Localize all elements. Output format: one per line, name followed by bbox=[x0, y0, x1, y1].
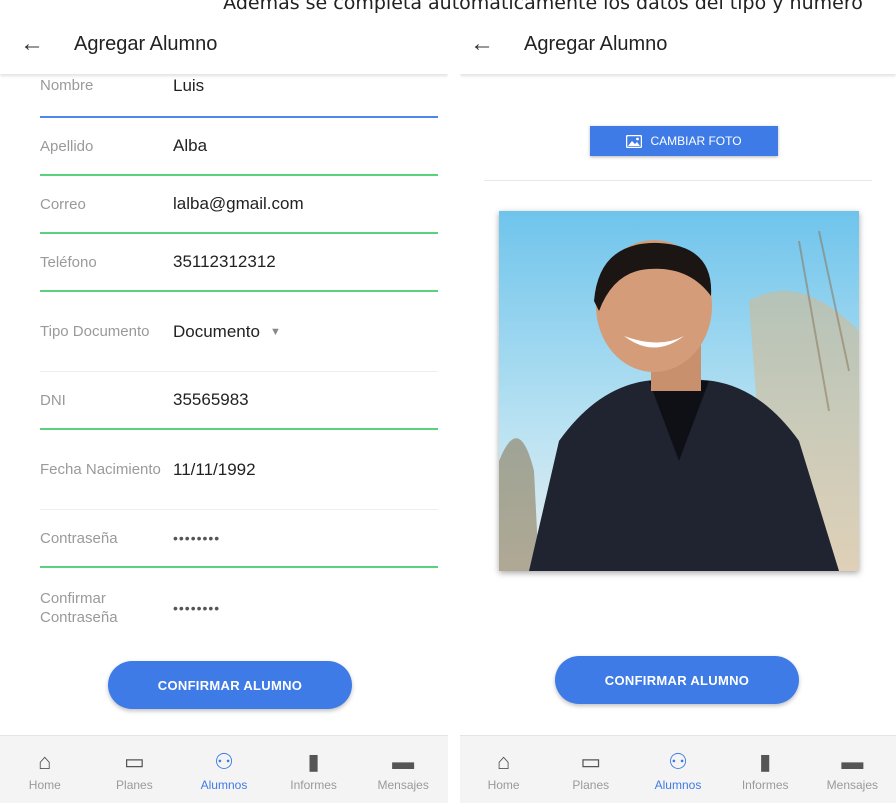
app-bar: ← Agregar Alumno bbox=[460, 14, 896, 74]
nav-item-home[interactable]: ⌂ Home bbox=[5, 748, 85, 792]
change-photo-button[interactable]: CAMBIAR FOTO bbox=[590, 126, 778, 156]
apellido-input[interactable]: Alba bbox=[173, 136, 207, 156]
field-tipo-documento[interactable]: Tipo Documento Documento ▼ bbox=[40, 292, 438, 372]
nav-item-planes[interactable]: ▭ Planes bbox=[551, 748, 631, 792]
nav-item-mensajes[interactable]: ▬ Mensajes bbox=[363, 748, 443, 792]
nav-label: Planes bbox=[572, 777, 610, 792]
nombre-input[interactable]: Luis bbox=[173, 76, 204, 96]
nav-item-informes[interactable]: ▮ Informes bbox=[274, 748, 354, 792]
divider bbox=[484, 180, 872, 181]
field-telefono[interactable]: Teléfono 35112312312 bbox=[40, 234, 438, 292]
telefono-input[interactable]: 35112312312 bbox=[173, 252, 276, 272]
chat-icon: ▬ bbox=[392, 748, 415, 774]
field-contrasena[interactable]: Contraseña •••••••• bbox=[40, 510, 438, 568]
nav-label: Home bbox=[28, 777, 61, 792]
nav-item-alumnos[interactable]: ⚇ Alumnos bbox=[638, 748, 718, 792]
field-label: Apellido bbox=[40, 137, 94, 155]
nav-label: Alumnos bbox=[654, 777, 702, 792]
student-form: Nombre Luis Apellido Alba Correo lalba@g… bbox=[0, 74, 448, 629]
field-label: Teléfono bbox=[40, 253, 97, 271]
nav-label: Home bbox=[487, 777, 520, 792]
field-label: Contraseña bbox=[40, 529, 118, 547]
field-label: Fecha Nacimiento bbox=[40, 461, 161, 478]
field-confirmar-contrasena[interactable]: Confirmar Contraseña •••••••• bbox=[40, 568, 438, 629]
fecha-nacimiento-input[interactable]: 11/11/1992 bbox=[173, 460, 256, 480]
confirm-student-button[interactable]: CONFIRMAR ALUMNO bbox=[108, 661, 352, 709]
contrasena-input[interactable]: •••••••• bbox=[173, 530, 220, 546]
back-arrow-icon[interactable]: ← bbox=[20, 30, 60, 58]
caption-text: Además se completa automáticamente los d… bbox=[223, 0, 863, 14]
confirmar-contrasena-input[interactable]: •••••••• bbox=[173, 600, 220, 616]
nav-label: Mensajes bbox=[377, 777, 429, 792]
field-fecha-nacimiento[interactable]: Fecha Nacimiento 11/11/1992 bbox=[40, 430, 438, 510]
field-label: Tipo Documento bbox=[40, 323, 150, 340]
app-bar: ← Agregar Alumno bbox=[0, 14, 448, 74]
confirm-student-button[interactable]: CONFIRMAR ALUMNO bbox=[555, 656, 799, 704]
nav-label: Informes bbox=[290, 777, 337, 792]
clipboard-icon: ▭ bbox=[123, 748, 145, 774]
back-arrow-icon[interactable]: ← bbox=[470, 30, 510, 58]
students-icon: ⚇ bbox=[668, 748, 688, 774]
nav-label: Informes bbox=[741, 777, 789, 792]
dni-input[interactable]: 35565983 bbox=[173, 390, 249, 410]
field-label: DNI bbox=[40, 391, 66, 409]
nav-item-informes[interactable]: ▮ Informes bbox=[725, 748, 805, 792]
right-screen: ← Agregar Alumno CAMBIAR FOTO CONFIRMAR … bbox=[460, 14, 896, 803]
nav-item-mensajes[interactable]: ▬ Mensajes bbox=[812, 748, 892, 792]
bar-chart-icon: ▮ bbox=[307, 748, 320, 774]
image-icon bbox=[626, 134, 643, 148]
field-dni[interactable]: DNI 35565983 bbox=[40, 372, 438, 430]
nav-item-home[interactable]: ⌂ Home bbox=[464, 748, 544, 792]
field-label: Correo bbox=[40, 195, 86, 213]
home-icon: ⌂ bbox=[496, 748, 511, 774]
page-title: Agregar Alumno bbox=[74, 32, 218, 55]
home-icon: ⌂ bbox=[38, 748, 52, 774]
bottom-navigation: ⌂ Home ▭ Planes ⚇ Alumnos ▮ Informes ▬ Mensaj… bbox=[460, 735, 896, 803]
students-icon: ⚇ bbox=[214, 748, 234, 774]
field-nombre[interactable]: Nombre Luis bbox=[40, 74, 438, 118]
field-label: Nombre bbox=[40, 77, 94, 94]
correo-input[interactable]: lalba@gmail.com bbox=[173, 194, 304, 214]
left-screen: ← Agregar Alumno Nombre Luis Apellido Al… bbox=[0, 14, 448, 803]
field-label: Confirmar Contraseña bbox=[40, 589, 118, 626]
nav-label: Mensajes bbox=[826, 777, 879, 792]
field-correo[interactable]: Correo lalba@gmail.com bbox=[40, 176, 438, 234]
change-photo-label: CAMBIAR FOTO bbox=[650, 134, 742, 148]
bar-chart-icon: ▮ bbox=[759, 748, 772, 774]
page-title: Agregar Alumno bbox=[524, 32, 668, 55]
bottom-navigation: ⌂ Home ▭ Planes ⚇ Alumnos ▮ Informes ▬ Mensaj… bbox=[0, 735, 448, 803]
nav-item-planes[interactable]: ▭ Planes bbox=[94, 748, 174, 792]
nav-label: Planes bbox=[116, 777, 153, 792]
tipo-documento-select[interactable]: Documento bbox=[173, 322, 260, 342]
nav-label: Alumnos bbox=[200, 777, 248, 792]
chat-icon: ▬ bbox=[841, 748, 864, 774]
dropdown-arrow-icon[interactable]: ▼ bbox=[270, 326, 281, 338]
nav-item-alumnos[interactable]: ⚇ Alumnos bbox=[184, 748, 264, 792]
clipboard-icon: ▭ bbox=[580, 748, 602, 774]
field-apellido[interactable]: Apellido Alba bbox=[40, 118, 438, 176]
student-photo bbox=[499, 211, 859, 571]
